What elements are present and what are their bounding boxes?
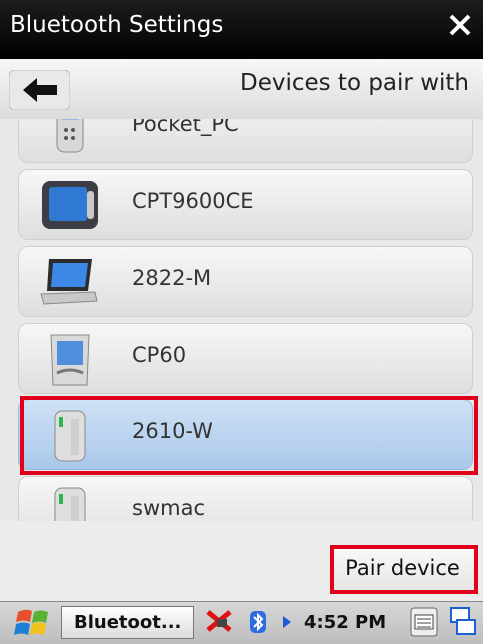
- start-button-icon[interactable]: [8, 606, 56, 640]
- pair-device-highlight: [330, 545, 478, 594]
- device-item-2822-m[interactable]: 2822-M: [18, 246, 473, 317]
- device-name: CP60: [132, 343, 187, 367]
- access-point-icon: [54, 487, 86, 521]
- tablet-terminal-icon: [42, 181, 98, 229]
- page-title: Devices to pair with: [239, 70, 469, 96]
- window-title: Bluetooth Settings: [10, 12, 224, 38]
- close-icon[interactable]: [447, 12, 473, 38]
- device-item-cp60[interactable]: CP60: [18, 323, 473, 394]
- clock[interactable]: 4:52 PM: [304, 612, 386, 633]
- selected-device-highlight: [20, 396, 478, 475]
- pocket-pc-icon: [56, 119, 84, 153]
- back-arrow-icon[interactable]: [9, 70, 70, 110]
- bluetooth-icon[interactable]: [248, 609, 268, 635]
- device-item-swmac[interactable]: swmac: [18, 476, 473, 521]
- device-name: swmac: [132, 496, 205, 520]
- device-name: 2822-M: [132, 266, 212, 290]
- pda-icon: [50, 334, 90, 386]
- title-bar: Bluetooth Settings: [0, 0, 483, 59]
- tray-arrow-icon[interactable]: [282, 615, 292, 629]
- device-item-cpt9600ce[interactable]: CPT9600CE: [18, 169, 473, 240]
- taskbar-item-bluetooth[interactable]: Bluetoot...: [61, 606, 194, 639]
- device-item-pocket-pc[interactable]: Pocket_PC: [18, 119, 473, 163]
- laptop-icon: [40, 259, 98, 305]
- device-name: Pocket_PC: [132, 119, 239, 136]
- window-switch-icon[interactable]: [449, 606, 477, 638]
- keyboard-icon[interactable]: [409, 606, 439, 638]
- network-disconnected-icon[interactable]: [205, 609, 235, 635]
- device-name: CPT9600CE: [132, 189, 254, 213]
